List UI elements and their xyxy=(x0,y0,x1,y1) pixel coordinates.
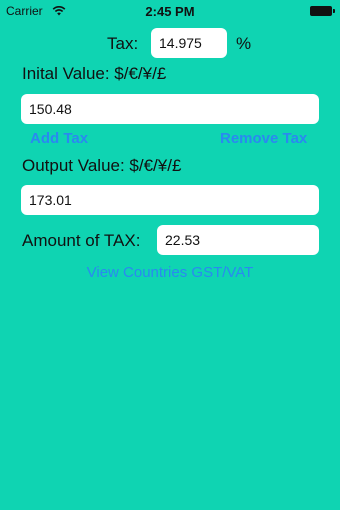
view-countries-link[interactable]: View Countries GST/VAT xyxy=(0,264,340,281)
status-time: 2:45 PM xyxy=(145,4,195,19)
output-value-field[interactable]: 173.01 xyxy=(21,185,319,215)
battery-icon xyxy=(310,6,335,16)
add-tax-button[interactable]: Add Tax xyxy=(30,130,88,147)
tax-label: Tax: xyxy=(107,34,139,53)
tax-rate-field[interactable]: 14.975 xyxy=(151,28,227,58)
initial-value-label: Inital Value: $/€/¥/£ xyxy=(22,64,167,83)
amount-of-tax-label: Amount of TAX: xyxy=(22,231,141,250)
remove-tax-button[interactable]: Remove Tax xyxy=(220,130,307,147)
status-bar: Carrier 2:45 PM xyxy=(0,0,340,22)
percent-label: % xyxy=(236,34,252,53)
initial-value-field[interactable]: 150.48 xyxy=(21,94,319,124)
output-value-label: Output Value: $/€/¥/£ xyxy=(22,156,182,175)
amount-of-tax-field[interactable]: 22.53 xyxy=(157,225,319,255)
